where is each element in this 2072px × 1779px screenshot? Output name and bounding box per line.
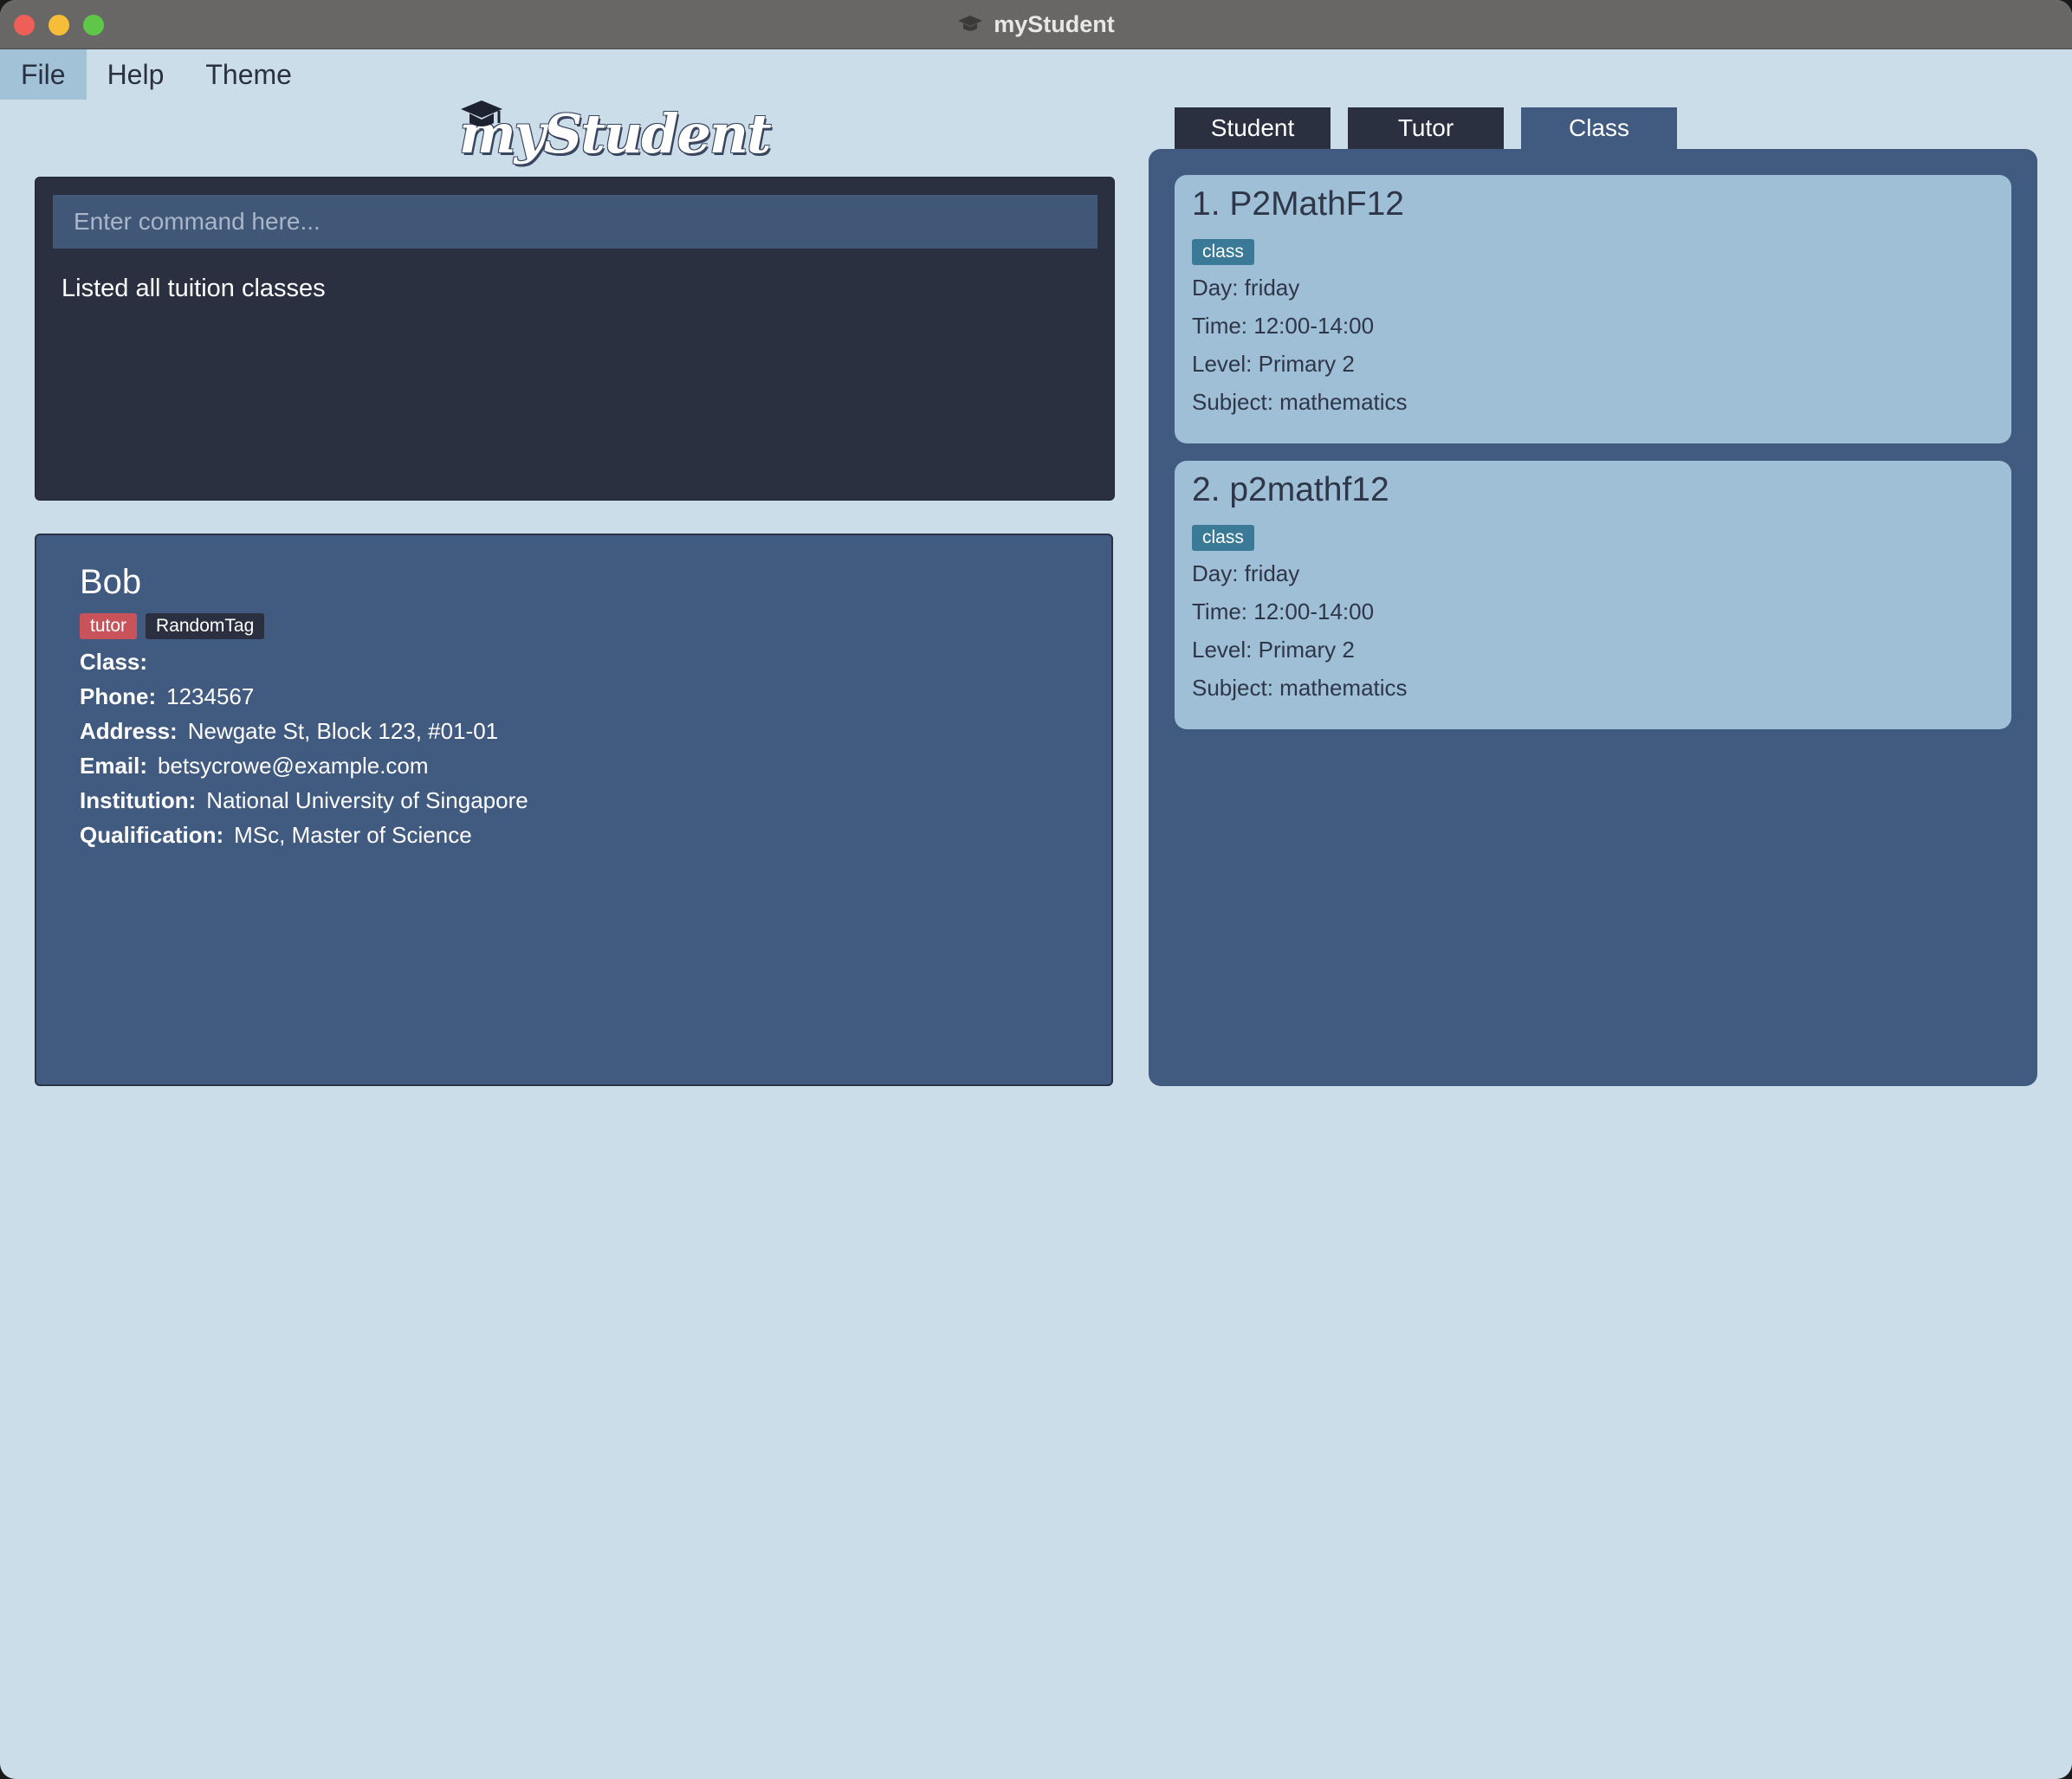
menu-file[interactable]: File [0, 49, 87, 100]
field-email-label: Email: [80, 752, 148, 779]
field-qualification-value: MSc, Master of Science [234, 821, 472, 848]
field-email-value: betsycrowe@example.com [158, 752, 429, 779]
menu-theme[interactable]: Theme [185, 49, 313, 100]
detail-panel: Bob tutor RandomTag Class: Phone: 123456… [35, 534, 1113, 1086]
field-institution-label: Institution: [80, 786, 197, 813]
class-card-level: Level: Primary 2 [1192, 636, 1355, 663]
class-list-panel: 1. P2MathF12 class Day: friday Time: 12:… [1149, 149, 2037, 1086]
class-card-subject: Subject: mathematics [1192, 674, 1408, 701]
class-card-subject: Subject: mathematics [1192, 388, 1408, 415]
menu-bar: File Help Theme [0, 49, 2072, 100]
tab-student[interactable]: Student [1175, 107, 1331, 149]
graduation-cap-icon [958, 16, 983, 31]
detail-tags: tutor RandomTag [80, 613, 265, 639]
command-input[interactable] [53, 195, 1098, 249]
class-card-tag: class [1192, 525, 1254, 551]
field-phone-label: Phone: [80, 682, 157, 709]
graduation-cap-icon [461, 100, 502, 126]
tab-tutor[interactable]: Tutor [1348, 107, 1504, 149]
title-bar: myStudent [0, 0, 2072, 49]
app-window: myStudent File Help Theme myStudent List… [0, 0, 2072, 1779]
detail-name: Bob [80, 563, 142, 601]
tag-tutor: tutor [80, 613, 138, 639]
field-qualification: Qualification: MSc, Master of Science [80, 818, 528, 852]
class-card-tag: class [1192, 239, 1254, 265]
logo-text: myStudent [459, 102, 772, 165]
command-panel: Listed all tuition classes [35, 177, 1115, 501]
window-title: myStudent [0, 0, 2072, 49]
list-tabs: Student Tutor Class [1175, 107, 1677, 149]
detail-fields: Class: Phone: 1234567 Address: Newgate S… [80, 644, 528, 852]
class-card-level: Level: Primary 2 [1192, 350, 1355, 377]
class-card-day: Day: friday [1192, 560, 1300, 586]
field-qualification-label: Qualification: [80, 821, 224, 848]
class-card-title: 1. P2MathF12 [1192, 185, 1404, 223]
class-card[interactable]: 1. P2MathF12 class Day: friday Time: 12:… [1175, 175, 2011, 443]
field-address-value: Newgate St, Block 123, #01-01 [187, 717, 499, 744]
field-institution: Institution: National University of Sing… [80, 783, 528, 818]
class-card[interactable]: 2. p2mathf12 class Day: friday Time: 12:… [1175, 461, 2011, 729]
field-email: Email: betsycrowe@example.com [80, 748, 528, 783]
field-phone: Phone: 1234567 [80, 679, 528, 714]
result-display: Listed all tuition classes [62, 275, 326, 302]
class-card-title: 2. p2mathf12 [1192, 471, 1389, 508]
tab-class[interactable]: Class [1521, 107, 1677, 149]
field-phone-value: 1234567 [166, 682, 255, 709]
field-address-label: Address: [80, 717, 178, 744]
field-class: Class: [80, 644, 528, 679]
class-card-details: Day: friday Time: 12:00-14:00 Level: Pri… [1192, 268, 1408, 421]
field-address: Address: Newgate St, Block 123, #01-01 [80, 714, 528, 748]
class-card-details: Day: friday Time: 12:00-14:00 Level: Pri… [1192, 554, 1408, 707]
class-card-time: Time: 12:00-14:00 [1192, 312, 1375, 339]
field-class-label: Class: [80, 648, 148, 675]
class-card-day: Day: friday [1192, 274, 1300, 301]
field-institution-value: National University of Singapore [206, 786, 528, 813]
app-logo: myStudent [454, 99, 772, 177]
menu-help[interactable]: Help [87, 49, 185, 100]
window-title-text: myStudent [994, 10, 1115, 37]
class-card-time: Time: 12:00-14:00 [1192, 598, 1375, 624]
tag-randomtag: RandomTag [146, 613, 265, 639]
